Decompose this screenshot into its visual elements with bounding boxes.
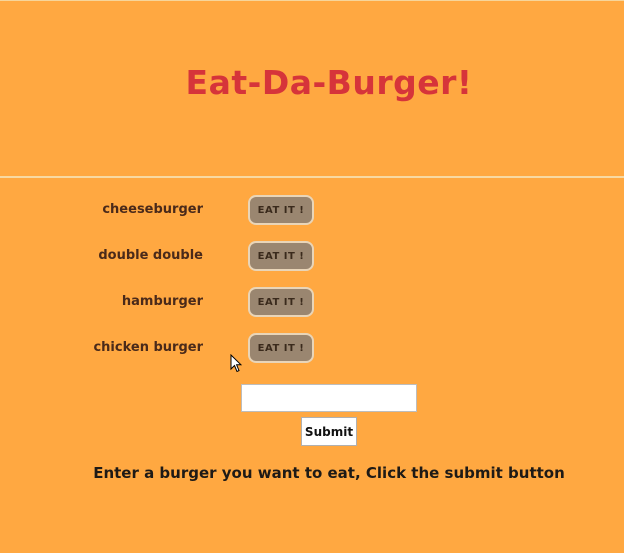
burger-name-input[interactable] (241, 384, 417, 412)
eat-it-button[interactable]: EAT IT ! (248, 195, 314, 225)
burger-name: double double (98, 248, 203, 263)
eat-it-button[interactable]: EAT IT ! (248, 241, 314, 271)
burger-row-cheeseburger: cheeseburger EAT IT ! (0, 195, 624, 227)
burger-name: cheeseburger (102, 202, 203, 217)
eat-it-button[interactable]: EAT IT ! (248, 333, 314, 363)
burger-row-chicken-burger: chicken burger EAT IT ! (0, 333, 624, 365)
instructions-text: Enter a burger you want to eat, Click th… (93, 464, 565, 482)
mouse-pointer-icon (230, 354, 242, 373)
eat-it-button[interactable]: EAT IT ! (248, 287, 314, 317)
submit-button[interactable]: Submit (301, 417, 357, 446)
burger-row-hamburger: hamburger EAT IT ! (0, 287, 624, 319)
burger-row-double-double: double double EAT IT ! (0, 241, 624, 273)
burger-name: hamburger (121, 294, 203, 309)
burger-list: cheeseburger EAT IT ! double double EAT … (0, 0, 624, 380)
burger-name: chicken burger (93, 340, 203, 355)
